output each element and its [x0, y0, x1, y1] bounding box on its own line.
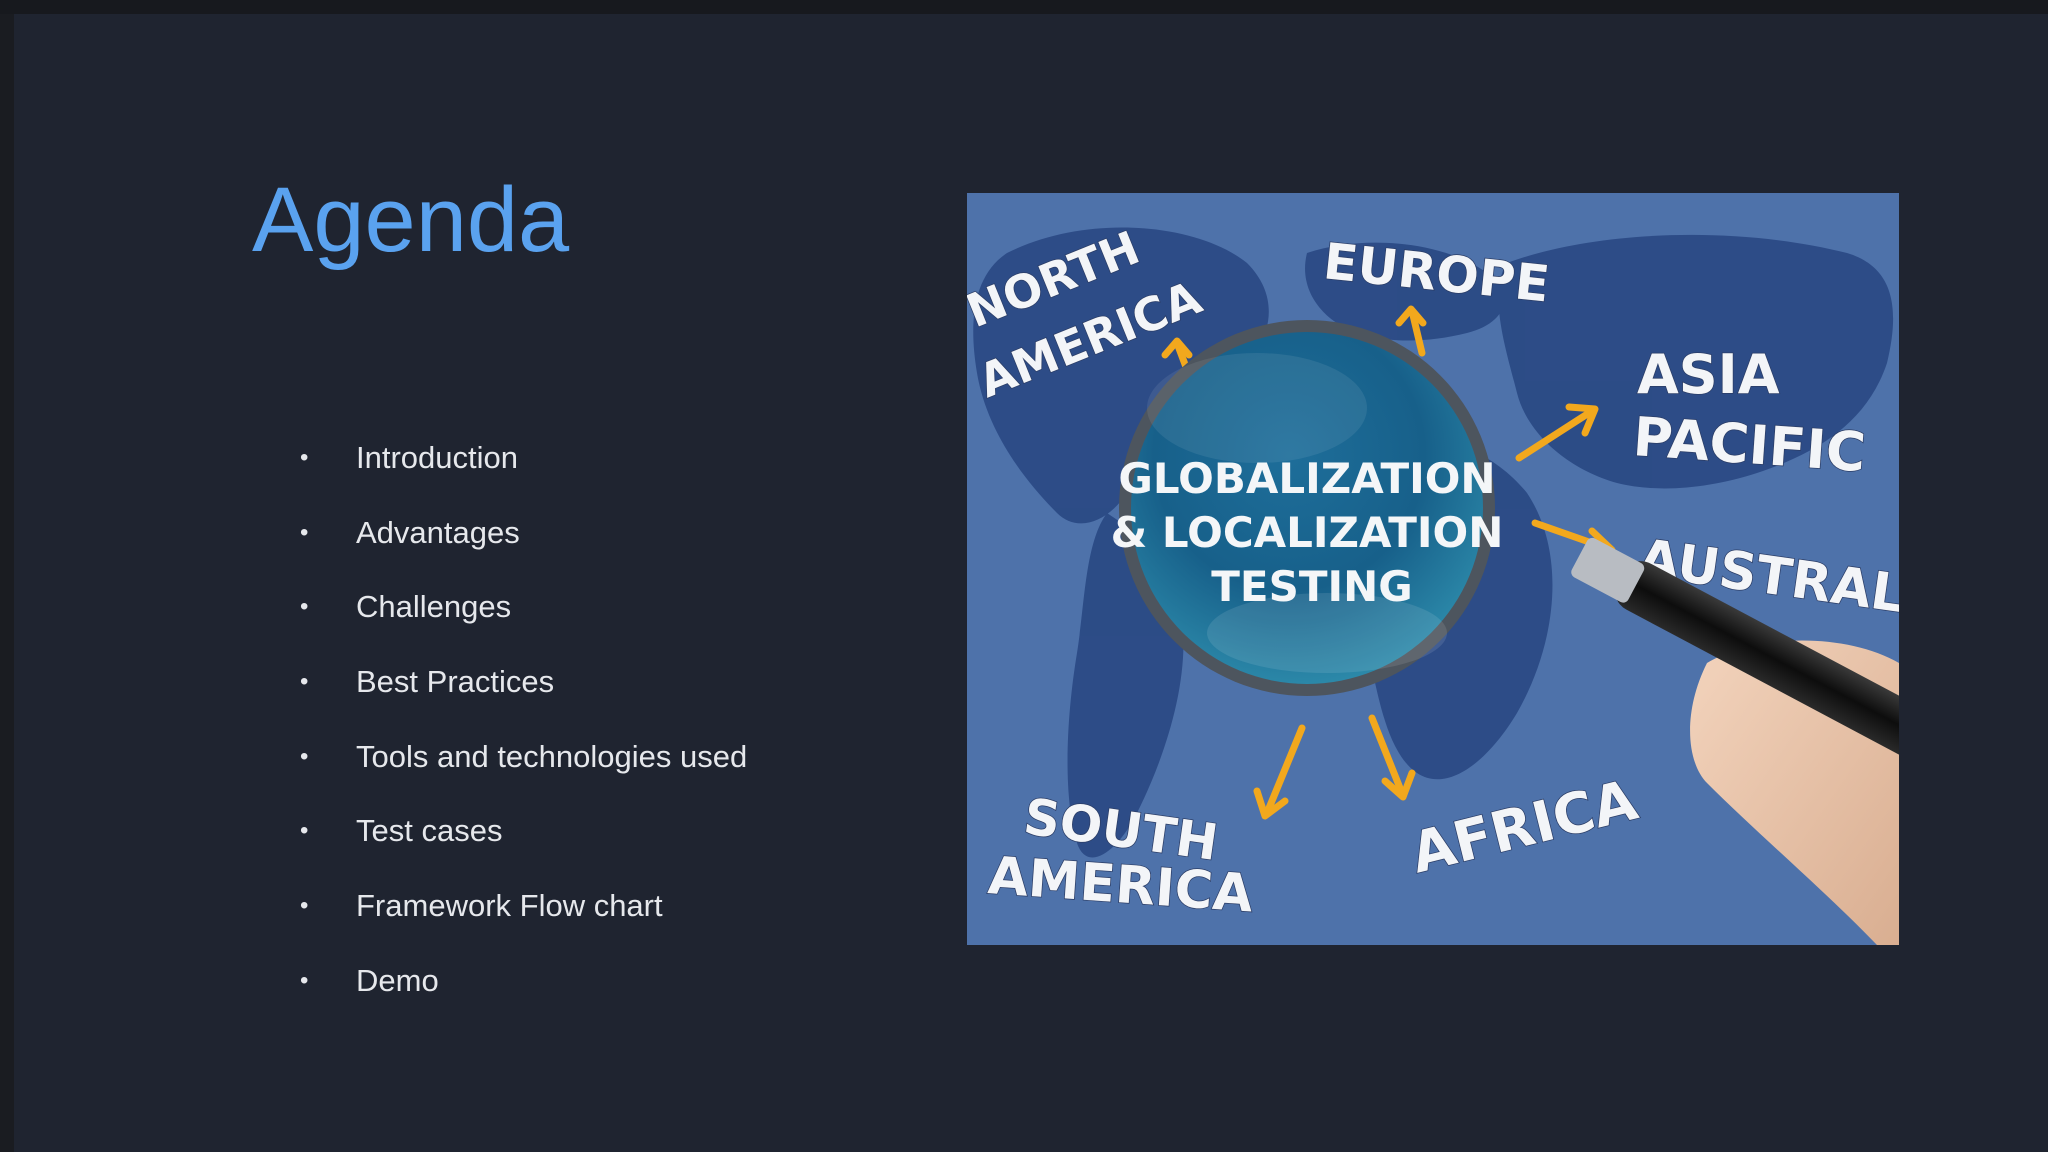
agenda-item: • Introduction [300, 434, 747, 509]
bullet-icon: • [300, 518, 309, 546]
bullet-icon: • [300, 668, 309, 696]
bullet-icon: • [300, 444, 309, 471]
agenda-item: • Best Practices [300, 658, 747, 733]
agenda-list: • Introduction • Advantages • Challenges • B… [300, 434, 747, 1032]
left-edge [0, 14, 14, 1152]
agenda-item-label: Test cases [356, 813, 503, 849]
top-bar [0, 0, 2048, 14]
bullet-icon: • [300, 892, 309, 920]
agenda-item-label: Challenges [356, 589, 512, 625]
bullet-icon: • [300, 817, 309, 845]
bullet-icon: • [300, 742, 309, 770]
agenda-item-label: Introduction [356, 440, 518, 475]
slide-title: Agenda [252, 169, 570, 271]
agenda-item: • Demo [300, 957, 747, 1032]
agenda-item-label: Tools and technologies used [356, 738, 748, 774]
agenda-item-label: Framework Flow chart [356, 888, 663, 924]
lens-text-line3: TESTING [1211, 562, 1413, 611]
globe-magnifier-icon: NORTH AMERICA EUROPE ASIA PACIFIC AUSTRA… [967, 193, 1899, 945]
agenda-item-label: Advantages [356, 514, 520, 550]
bullet-icon: • [300, 966, 309, 994]
agenda-item-label: Demo [356, 962, 439, 998]
agenda-item: • Framework Flow chart [300, 882, 747, 957]
slide: Agenda • Introduction • Advantages • Challe… [14, 14, 2048, 1152]
agenda-item-label: Best Practices [356, 664, 555, 700]
lens-text-line2: & LOCALIZATION [1111, 508, 1504, 557]
globalization-illustration: NORTH AMERICA EUROPE ASIA PACIFIC AUSTRA… [967, 193, 1899, 945]
agenda-item: • Challenges [300, 583, 747, 658]
agenda-item: • Advantages [300, 509, 747, 584]
bullet-icon: • [300, 593, 309, 621]
label-asia: ASIA [1637, 343, 1780, 406]
agenda-item: • Test cases [300, 807, 747, 882]
lens-text-line1: GLOBALIZATION [1118, 454, 1495, 503]
agenda-item: • Tools and technologies used [300, 733, 747, 808]
